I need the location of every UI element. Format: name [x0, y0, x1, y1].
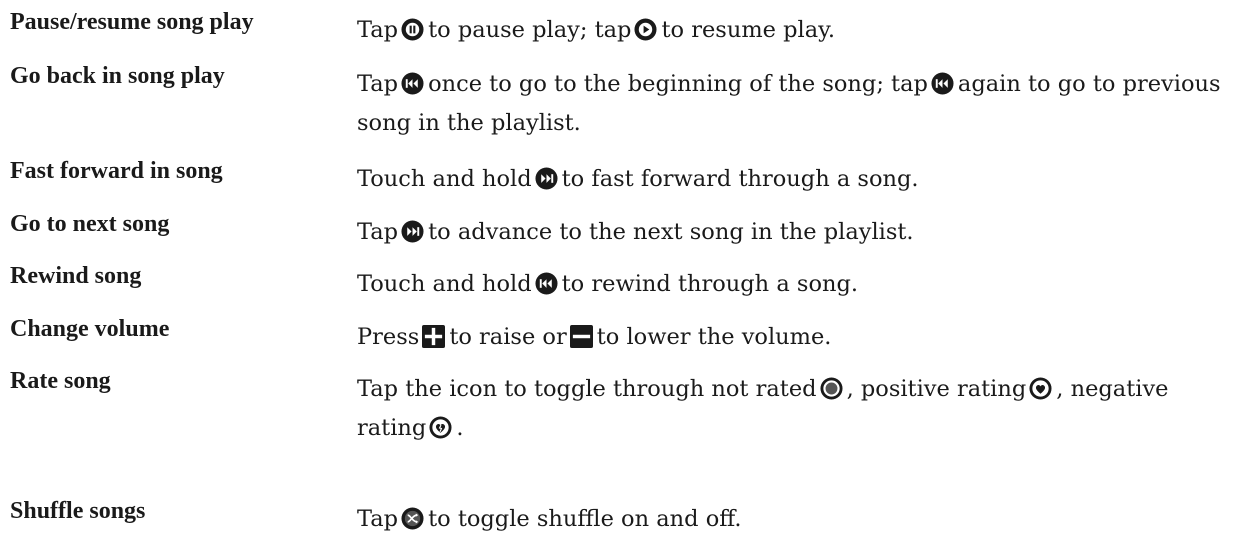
description-text: to rewind through a song.: [561, 271, 859, 297]
pause-icon: [401, 18, 424, 41]
description-text: to toggle shuffle on and off.: [428, 506, 742, 532]
description-text: , positive rating: [846, 376, 1027, 402]
row-description: Tap the icon to toggle through not rated…: [357, 370, 1237, 448]
previous-icon: [401, 72, 424, 95]
row-description: Press to raise or to lower the volume.: [357, 318, 1237, 357]
description-text: Press: [357, 324, 420, 350]
row-description: Tap to pause play; tap to resume play.: [357, 11, 1237, 50]
description-text: to resume play.: [661, 17, 836, 43]
description-text: to lower the volume.: [596, 324, 832, 350]
description-text: to pause play; tap: [428, 17, 632, 43]
row-description: Tap to toggle shuffle on and off.: [357, 500, 1237, 539]
volume-up-icon: [422, 325, 446, 348]
description-text: Touch and hold: [357, 271, 532, 297]
row-term: Go to next song: [10, 211, 170, 237]
previous-icon: [535, 272, 558, 295]
row-term: Change volume: [10, 316, 170, 342]
description-text: once to go to the beginning of the song;…: [428, 71, 928, 97]
row-term: Fast forward in song: [10, 158, 223, 184]
row-term: Go back in song play: [10, 63, 225, 89]
row-description: Touch and hold to fast forward through a …: [357, 160, 1237, 199]
rating-negative-icon: [429, 416, 452, 439]
row-term: Rewind song: [10, 263, 142, 289]
description-text: Tap: [357, 17, 399, 43]
next-icon: [401, 220, 424, 243]
description-text: Tap: [357, 219, 399, 245]
row-term: Pause/resume song play: [10, 9, 254, 35]
description-text: Tap: [357, 71, 399, 97]
description-text: to fast forward through a song.: [561, 166, 919, 192]
description-text: Tap the icon to toggle through not rated: [357, 376, 817, 402]
volume-down-icon: [569, 325, 593, 348]
row-description: Touch and hold to rewind through a song.: [357, 265, 1237, 304]
shuffle-icon: [401, 507, 424, 530]
row-term: Rate song: [10, 368, 111, 394]
play-icon: [634, 18, 657, 41]
rating-positive-icon: [1029, 377, 1052, 400]
description-text: to raise or: [449, 324, 567, 350]
description-text: Tap: [357, 506, 399, 532]
row-description: Tap once to go to the beginning of the so…: [357, 65, 1237, 143]
previous-icon: [931, 72, 954, 95]
rating-none-icon: [820, 377, 843, 400]
next-icon: [535, 167, 558, 190]
row-term: Shuffle songs: [10, 498, 146, 524]
row-description: Tap to advance to the next song in the pl…: [357, 213, 1237, 252]
description-text: Touch and hold: [357, 166, 532, 192]
description-text: .: [456, 415, 464, 441]
description-text: to advance to the next song in the playl…: [428, 219, 914, 245]
